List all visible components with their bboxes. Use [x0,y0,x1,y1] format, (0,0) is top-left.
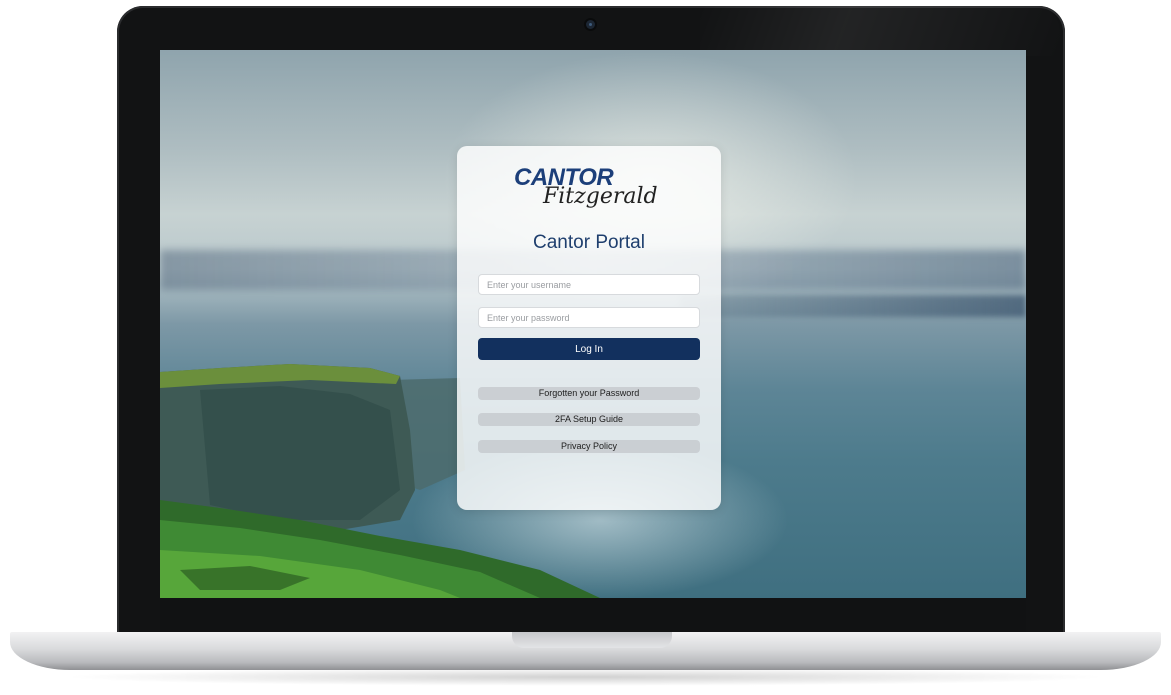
2fa-setup-guide-link[interactable]: 2FA Setup Guide [478,413,700,426]
privacy-policy-link[interactable]: Privacy Policy [478,440,700,453]
screen: CANTOR Fitzgerald Cantor Portal Log In F… [160,50,1026,598]
cantor-fitzgerald-logo: CANTOR Fitzgerald [457,164,721,216]
username-input[interactable] [478,274,700,295]
login-button[interactable]: Log In [478,338,700,360]
login-card: CANTOR Fitzgerald Cantor Portal Log In F… [457,146,721,510]
laptop-base-notch [512,632,672,648]
page-title: Cantor Portal [533,232,645,253]
logo-wordmark-bottom: Fitzgerald [543,184,658,209]
password-input[interactable] [478,307,700,328]
camera-icon [586,20,595,29]
laptop-shadow [60,668,1110,686]
screen-bezel-bottom [160,598,1026,632]
forgot-password-link[interactable]: Forgotten your Password [478,387,700,400]
